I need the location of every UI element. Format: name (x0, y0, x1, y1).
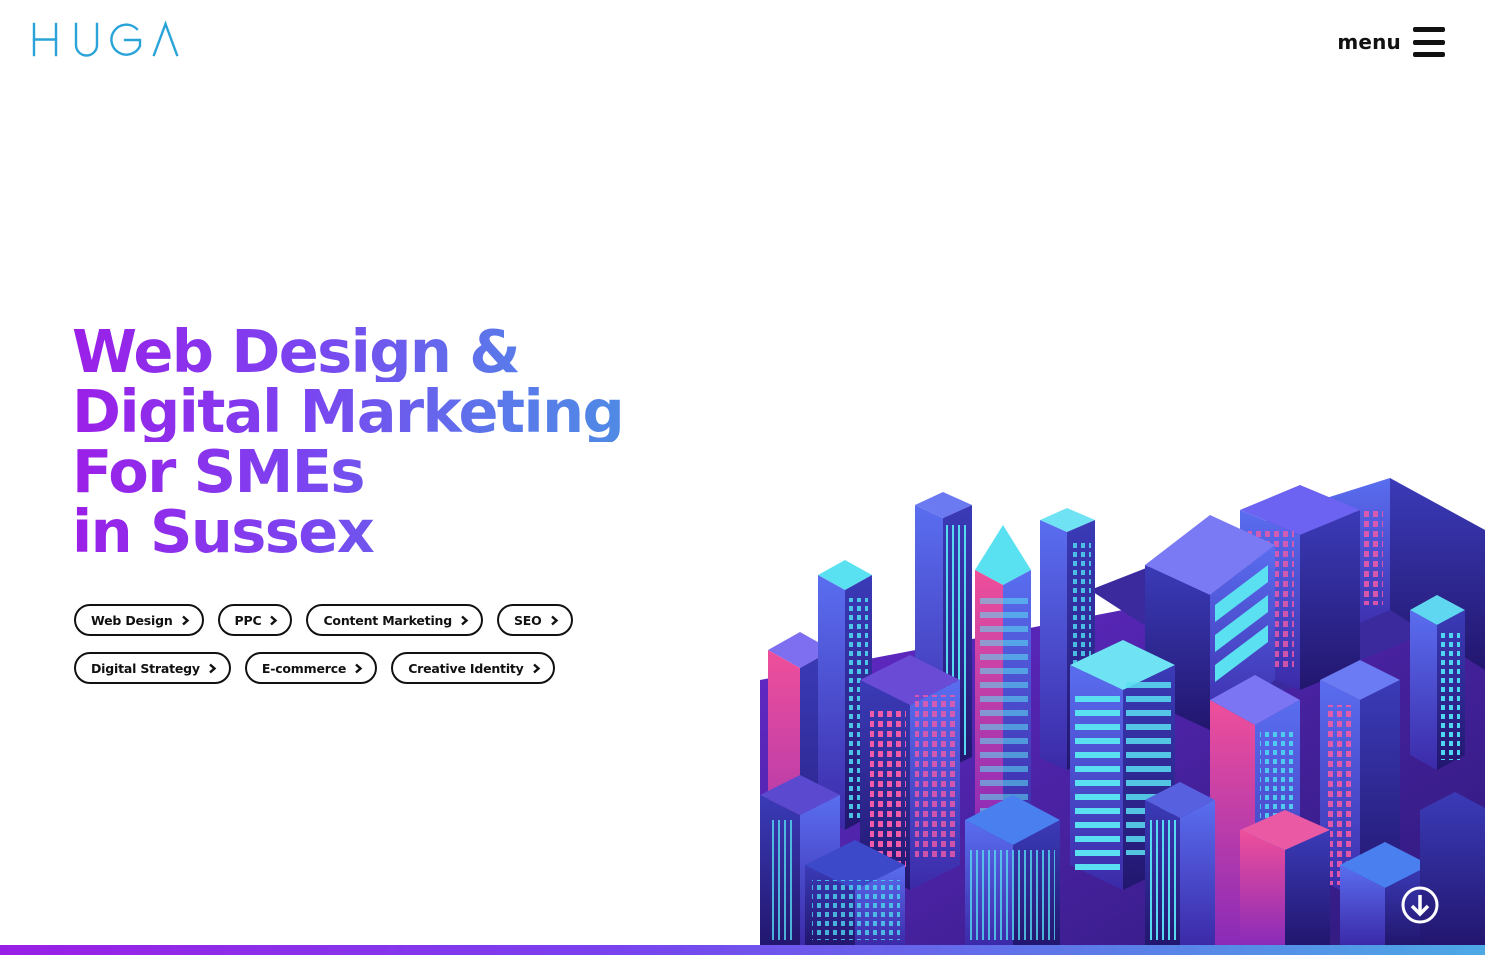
pill-label: PPC (234, 612, 262, 628)
hero-headline: Web Design & Digital Marketing For SMEs … (72, 322, 712, 562)
headline-line: Web Design & (72, 322, 712, 382)
service-pill-web-design[interactable]: Web Design (74, 604, 204, 636)
gradient-bottom-bar (0, 945, 1485, 955)
pill-label: Web Design (91, 612, 173, 628)
service-pill-digital-strategy[interactable]: Digital Strategy (74, 652, 231, 684)
hamburger-icon (1413, 27, 1445, 57)
arrow-down-circle-icon[interactable] (1400, 885, 1440, 925)
service-pill-seo[interactable]: SEO (497, 604, 573, 636)
isometric-city-illustration (760, 478, 1485, 945)
huga-logo-icon[interactable] (31, 18, 181, 60)
service-pill-creative-identity[interactable]: Creative Identity (391, 652, 555, 684)
chevron-right-icon (550, 615, 558, 625)
chevron-right-icon (355, 663, 363, 673)
pill-label: Digital Strategy (91, 660, 200, 676)
service-pill-content-marketing[interactable]: Content Marketing (306, 604, 483, 636)
menu-button[interactable]: menu (1337, 24, 1445, 60)
pill-label: Creative Identity (408, 660, 524, 676)
chevron-right-icon (209, 663, 217, 673)
chevron-right-icon (181, 615, 189, 625)
pill-label: Content Marketing (323, 612, 452, 628)
menu-label: menu (1337, 30, 1401, 54)
chevron-right-icon (461, 615, 469, 625)
services-row: Digital Strategy E-commerce Creative Ide… (74, 652, 594, 684)
headline-line: in Sussex (72, 502, 712, 562)
headline-line: Digital Marketing (72, 382, 712, 442)
pill-label: SEO (514, 612, 542, 628)
service-pill-e-commerce[interactable]: E-commerce (244, 652, 378, 684)
pill-label: E-commerce (261, 660, 347, 676)
chevron-right-icon (532, 663, 540, 673)
headline-line: For SMEs (72, 442, 712, 502)
services-row: Web Design PPC Content Marketing SEO (74, 604, 594, 636)
chevron-right-icon (270, 615, 278, 625)
services-list: Web Design PPC Content Marketing SEO Dig… (74, 604, 594, 700)
service-pill-ppc[interactable]: PPC (217, 604, 293, 636)
